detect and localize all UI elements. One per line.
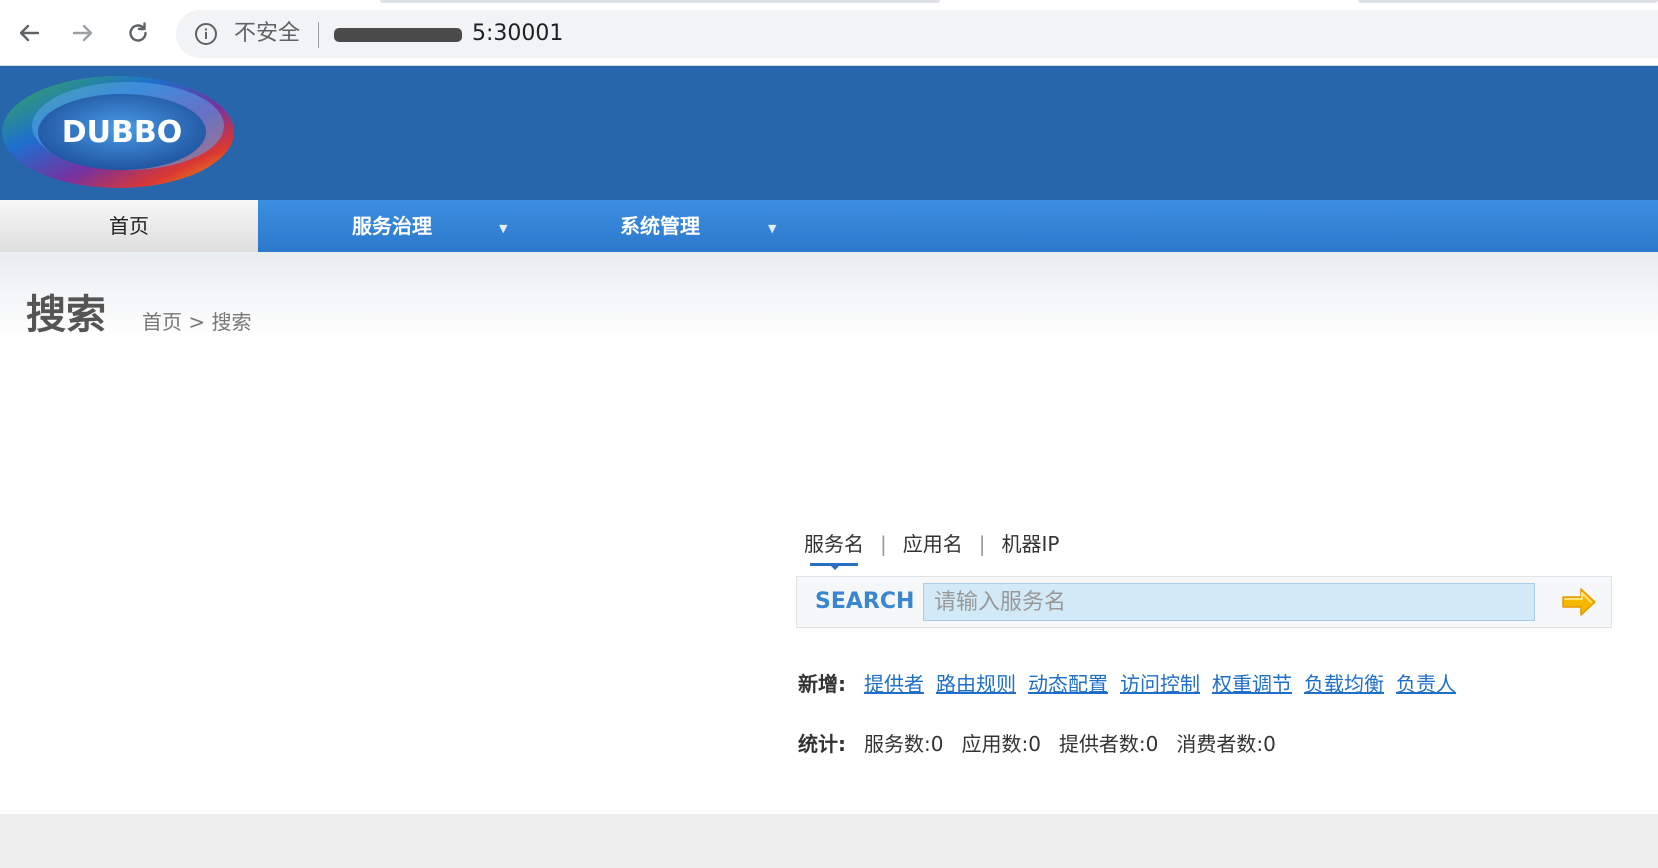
stat-service-count: 服务数:0 — [864, 732, 944, 756]
main-menu: 首页 服务治理 ▼ 系统管理 ▼ — [0, 200, 1658, 252]
search-input[interactable] — [923, 583, 1535, 621]
active-tab-notch — [830, 565, 840, 570]
arrow-right-submit-icon[interactable] — [1559, 585, 1599, 619]
forward-button[interactable] — [66, 16, 100, 50]
menu-home[interactable]: 首页 — [0, 200, 258, 252]
arrow-right-icon — [72, 24, 93, 42]
reload-icon — [129, 22, 147, 42]
add-owner-link[interactable]: 负责人 — [1396, 672, 1456, 696]
logo-text: DUBBO — [62, 115, 183, 150]
tab-application-name[interactable]: 应用名 — [903, 528, 963, 557]
add-weight-adjust-link[interactable]: 权重调节 — [1212, 672, 1292, 696]
stats-label: 统计: — [798, 732, 846, 756]
app-header — [0, 66, 1658, 200]
search-bar: SEARCH — [796, 576, 1612, 628]
stat-consumer-count: 消费者数:0 — [1176, 732, 1276, 756]
tab-separator: | — [978, 532, 986, 556]
caret-down-icon: ▼ — [499, 222, 508, 235]
menu-service-governance[interactable]: 服务治理 — [352, 200, 432, 252]
address-bar[interactable]: 不安全 5:30001 — [176, 10, 1658, 58]
search-label: SEARCH — [815, 589, 915, 614]
tab-separator: | — [880, 532, 887, 556]
add-route-rule-link[interactable]: 路由规则 — [936, 672, 1016, 696]
add-load-balance-link[interactable]: 负载均衡 — [1304, 672, 1384, 696]
stat-application-count: 应用数:0 — [961, 732, 1041, 756]
menu-system-management[interactable]: 系统管理 — [620, 200, 700, 252]
add-provider-link[interactable]: 提供者 — [864, 672, 924, 696]
stats-row: 统计: 服务数:0 应用数:0 提供者数:0 消费者数:0 — [798, 728, 1294, 757]
add-label: 新增: — [798, 672, 846, 696]
tab-strip-edge — [380, 0, 940, 3]
browser-toolbar: 不安全 5:30001 — [0, 0, 1658, 66]
add-dynamic-config-link[interactable]: 动态配置 — [1028, 672, 1108, 696]
arrow-left-icon — [19, 24, 40, 42]
back-button[interactable] — [12, 16, 46, 50]
redacted-host — [334, 28, 462, 42]
footer — [0, 814, 1658, 868]
tab-service-name[interactable]: 服务名 — [804, 528, 864, 557]
search-type-tabs: 服务名 | 应用名 | 机器IP — [804, 528, 1059, 557]
caret-down-icon: ▼ — [768, 222, 777, 235]
omnibox-divider — [318, 22, 319, 48]
stat-provider-count: 提供者数:0 — [1058, 732, 1159, 756]
add-links-row: 新增: 提供者 路由规则 动态配置 访问控制 权重调节 负载均衡 负责人 — [798, 668, 1468, 697]
tab-strip-edge — [1358, 0, 1658, 3]
info-icon[interactable] — [194, 22, 218, 46]
page-title: 搜索 — [26, 292, 106, 338]
reload-button[interactable] — [121, 16, 155, 50]
add-access-control-link[interactable]: 访问控制 — [1120, 672, 1200, 696]
breadcrumb: 首页 > 搜索 — [142, 310, 252, 334]
dubbo-logo[interactable]: DUBBO — [0, 70, 240, 196]
url-port: 5:30001 — [472, 21, 564, 46]
security-status: 不安全 — [234, 21, 301, 46]
tab-machine-ip[interactable]: 机器IP — [1002, 528, 1060, 557]
